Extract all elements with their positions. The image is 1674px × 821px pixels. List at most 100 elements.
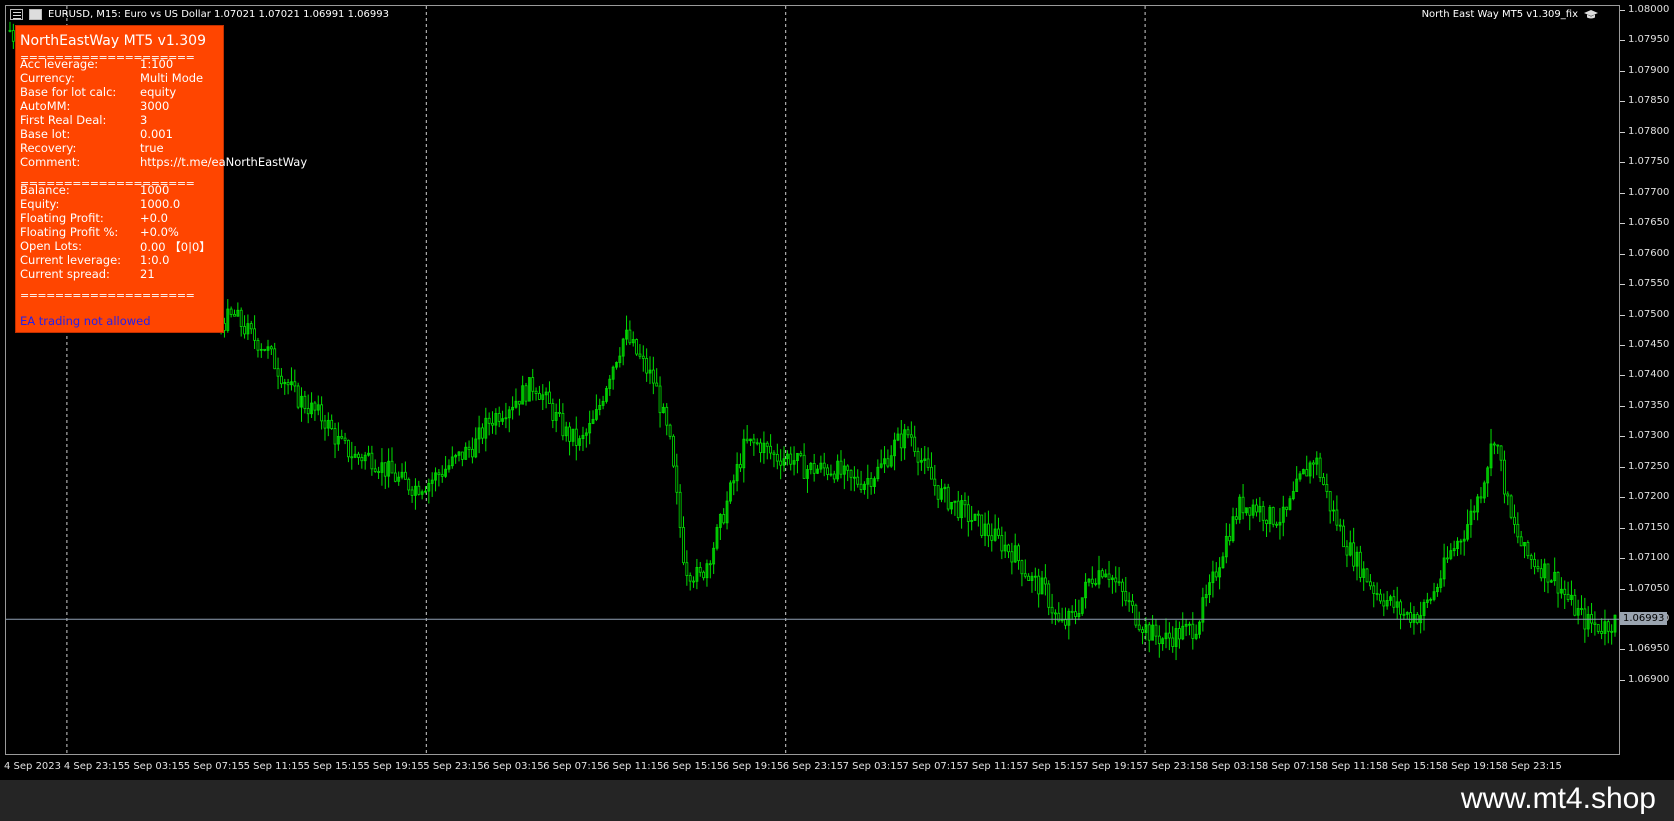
- candlestick-icon[interactable]: [29, 9, 42, 20]
- price-scale[interactable]: 1.08000 1.07950 1.07900 1.07850 1.07800 1.077…: [1620, 4, 1674, 755]
- candle-body: [1127, 600, 1131, 603]
- panel-row-value: 1:0.0: [140, 253, 170, 267]
- time-scale[interactable]: 4 Sep 2023 4 Sep 23:15 5 Sep 03:15 5 Sep 07…: [0, 756, 1620, 780]
- candle-body: [1043, 577, 1047, 585]
- price-tick-label: 1.08000: [1628, 4, 1670, 15]
- price-tick-mark: [1620, 70, 1625, 72]
- candle-body: [471, 448, 474, 458]
- panel-row: Base for lot calc: equity: [20, 85, 320, 100]
- candle-body: [745, 438, 749, 442]
- candle-body: [1415, 614, 1419, 624]
- candle-body: [491, 422, 494, 426]
- price-tick-mark: [1620, 344, 1625, 346]
- candle-body: [1379, 593, 1382, 602]
- price-tick-label: 1.06950: [1628, 643, 1670, 655]
- candle-body: [1338, 524, 1342, 527]
- candle-body: [269, 346, 273, 350]
- candle-body: [645, 358, 649, 374]
- candle-body: [1368, 581, 1372, 587]
- candle-body: [1121, 581, 1124, 592]
- candle-body: [1090, 578, 1094, 584]
- time-tick-label: 4 Sep 23:15: [63, 761, 125, 772]
- candle-body: [832, 473, 836, 480]
- candle-body: [1114, 577, 1118, 583]
- candle-body: [273, 348, 277, 370]
- price-tick-mark: [1620, 497, 1625, 499]
- panel-row-label: Base for lot calc:: [20, 85, 117, 99]
- candle-body: [1167, 632, 1171, 639]
- candle-body: [1610, 630, 1614, 633]
- candle-body: [672, 435, 675, 467]
- candle-body: [1409, 612, 1413, 623]
- candle-body: [1328, 491, 1332, 512]
- candle-body: [916, 451, 920, 463]
- candle-body: [233, 313, 236, 317]
- candle-body: [437, 472, 441, 475]
- candle-body: [1131, 600, 1134, 606]
- panel-row: Floating Profit: +0.0: [20, 211, 320, 226]
- candle-body: [772, 452, 776, 455]
- candle-body: [1154, 624, 1158, 637]
- candle-body: [692, 580, 695, 583]
- candle-body: [377, 471, 380, 473]
- panel-row-value: 3: [140, 113, 148, 127]
- price-tick-mark: [1620, 131, 1625, 133]
- candle-body: [651, 369, 655, 384]
- panel-row: Current leverage: 1:0.0: [20, 253, 320, 268]
- panel-row-value: +0.0: [140, 211, 168, 225]
- candle-body: [1124, 591, 1128, 602]
- panel-row-value: 3000: [140, 99, 170, 113]
- candle-body: [913, 436, 917, 452]
- candle-body: [822, 462, 826, 469]
- candle-body: [440, 474, 444, 477]
- time-tick-label: 5 Sep 03:15: [123, 761, 185, 772]
- panel-row-value: Multi Mode: [140, 71, 204, 85]
- candle-body: [1117, 581, 1121, 584]
- candle-body: [403, 471, 407, 480]
- candle-body: [1100, 570, 1104, 578]
- candle-body: [263, 348, 267, 351]
- candle-body: [1023, 573, 1027, 577]
- candle-body: [357, 453, 360, 458]
- candle-body: [976, 513, 980, 516]
- price-tick-mark: [1620, 649, 1625, 651]
- candle-body: [1037, 575, 1041, 595]
- candle-body: [1322, 477, 1325, 485]
- time-tick-label: 6 Sep 23:15: [782, 761, 844, 772]
- time-tick-label: 6 Sep 19:15: [722, 761, 784, 772]
- expert-advisor-label[interactable]: North East Way MT5 v1.309_fix: [1422, 9, 1598, 20]
- candle-body: [1546, 563, 1550, 583]
- candle-body: [1312, 462, 1315, 465]
- panel-row-label: Current leverage:: [20, 253, 122, 267]
- price-tick-label: 1.07350: [1628, 399, 1670, 411]
- candle-body: [688, 575, 692, 582]
- candle-body: [1234, 516, 1238, 520]
- panel-row: AutoMM: 3000: [20, 99, 320, 114]
- candle-body: [1365, 568, 1369, 583]
- panel-row-label: Open Lots:: [20, 239, 82, 253]
- price-tick-label: 1.07800: [1628, 125, 1670, 137]
- candle-body: [635, 339, 638, 355]
- candle-body: [343, 437, 347, 441]
- candle-body: [987, 523, 990, 537]
- candle-body: [1241, 496, 1245, 514]
- candle-body: [286, 382, 290, 386]
- candle-body: [1509, 495, 1513, 518]
- price-tick-mark: [1620, 253, 1625, 255]
- candle-body: [1191, 623, 1195, 639]
- grid-icon[interactable]: [10, 9, 23, 20]
- panel-row-value: +0.0%: [140, 225, 179, 239]
- candle-body: [487, 417, 491, 424]
- graduation-cap-icon[interactable]: [1584, 9, 1598, 20]
- candle-body: [641, 355, 645, 359]
- chart-window[interactable]: EURUSD, M15: Euro vs US Dollar 1.07021 1…: [0, 0, 1674, 780]
- time-tick-label: 8 Sep 11:15: [1321, 761, 1383, 772]
- price-tick-label: 1.07700: [1628, 186, 1670, 198]
- price-tick-label: 1.07500: [1628, 308, 1670, 320]
- candle-body: [665, 406, 669, 426]
- candle-body: [548, 391, 551, 404]
- candle-body: [1446, 557, 1449, 560]
- time-tick-label: 6 Sep 07:15: [543, 761, 604, 772]
- candle-body: [802, 454, 806, 479]
- panel-row-label: AutoMM:: [20, 99, 71, 113]
